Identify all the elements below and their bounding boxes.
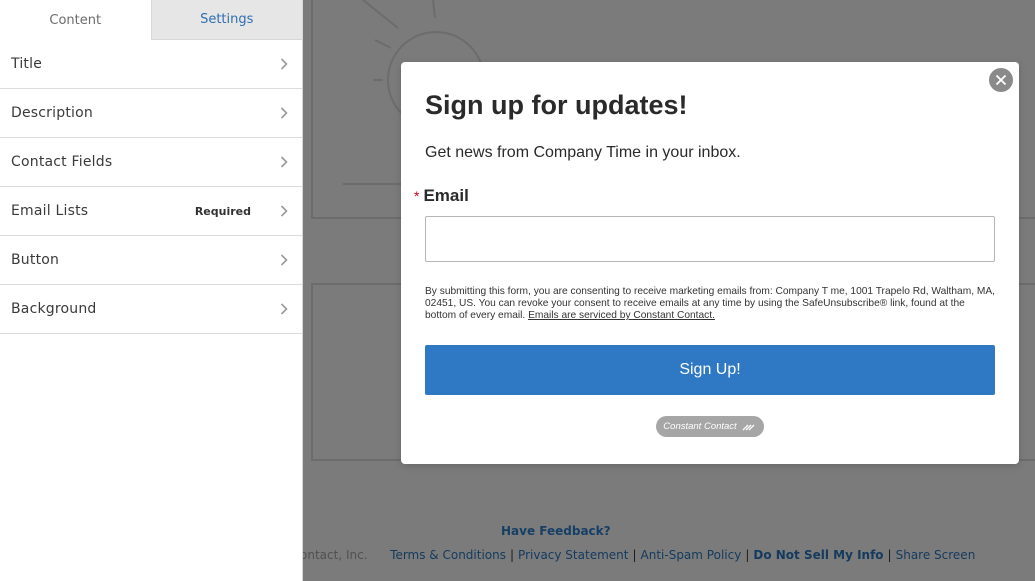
feedback-link[interactable]: Have Feedback? [501, 524, 611, 538]
chevron-right-icon [277, 57, 291, 71]
constant-contact-link[interactable]: Emails are serviced by Constant Contact. [528, 310, 715, 321]
badge-label: Constant Contact [663, 421, 737, 432]
menu-item-label: Background [11, 301, 97, 317]
email-label: Email [423, 186, 469, 205]
menu-item-email-lists[interactable]: Email Lists Required [0, 187, 302, 236]
content-panel: Content Settings Title Description Conta… [0, 0, 303, 581]
menu-item-label: Button [11, 252, 60, 268]
panel-tabs: Content Settings [0, 0, 302, 40]
close-icon [995, 74, 1007, 86]
chevron-right-icon [277, 155, 291, 169]
form-description: Get news from Company Time in your inbox… [425, 144, 741, 161]
do-not-sell-link[interactable]: Do Not Sell My Info [753, 548, 883, 562]
tab-settings[interactable]: Settings [150, 0, 302, 40]
sign-up-button[interactable]: Sign Up! [425, 345, 995, 395]
close-button[interactable] [989, 68, 1013, 92]
copyright-text: ontact, Inc. [300, 548, 368, 562]
menu-item-background[interactable]: Background [0, 285, 302, 334]
menu-item-label: Contact Fields [11, 154, 113, 170]
chevron-right-icon [277, 253, 291, 267]
menu-item-title[interactable]: Title [0, 40, 302, 89]
required-badge: Required [194, 204, 251, 218]
signup-form-modal: Sign up for updates! Get news from Compa… [401, 62, 1019, 464]
menu-item-label: Description [11, 105, 93, 121]
privacy-link[interactable]: Privacy Statement [518, 548, 628, 562]
chevron-right-icon [277, 106, 291, 120]
chevron-right-icon [277, 204, 291, 218]
menu-item-contact-fields[interactable]: Contact Fields [0, 138, 302, 187]
tab-content[interactable]: Content [0, 0, 151, 40]
email-input[interactable] [425, 216, 995, 262]
form-title: Sign up for updates! [425, 90, 688, 120]
menu-item-button[interactable]: Button [0, 236, 302, 285]
terms-link[interactable]: Terms & Conditions [390, 548, 506, 562]
email-label-row: * Email [414, 186, 469, 206]
menu-item-label: Title [11, 56, 43, 72]
menu-item-label: Email Lists [11, 203, 89, 219]
constant-contact-logo-icon [742, 424, 755, 430]
required-asterisk: * [414, 188, 420, 204]
menu-item-description[interactable]: Description [0, 89, 302, 138]
chevron-right-icon [277, 302, 291, 316]
consent-text: By submitting this form, you are consent… [425, 286, 995, 322]
anti-spam-link[interactable]: Anti-Spam Policy [641, 548, 742, 562]
share-screen-link[interactable]: Share Screen [896, 548, 976, 562]
footer-links: ontact, Inc. Terms & Conditions | Privacy … [300, 548, 976, 562]
constant-contact-badge[interactable]: Constant Contact [656, 416, 764, 437]
